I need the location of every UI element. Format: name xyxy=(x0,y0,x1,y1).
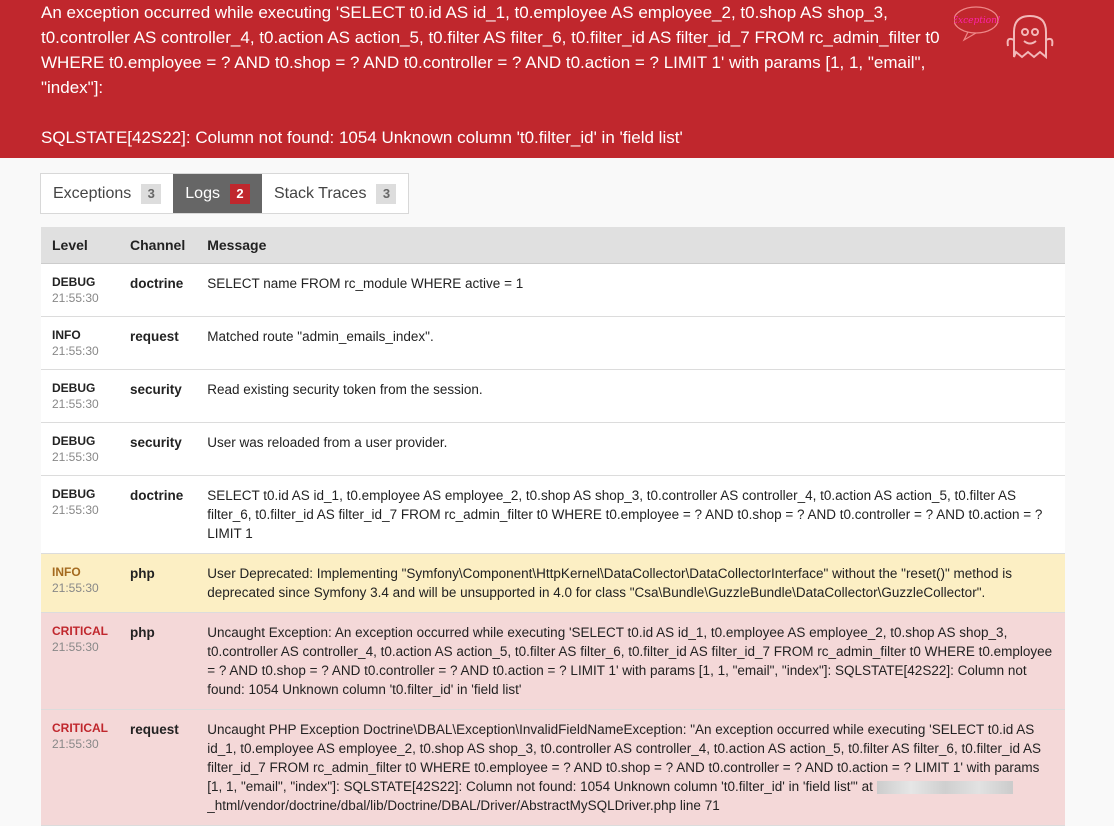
tab-count-badge: 3 xyxy=(376,183,397,204)
exception-query: An exception occurred while executing 'S… xyxy=(41,3,940,97)
log-time: 21:55:30 xyxy=(52,344,99,358)
log-channel: request xyxy=(119,709,197,826)
tab-exceptions[interactable]: Exceptions 3 xyxy=(41,174,173,213)
table-row: DEBUG 21:55:30 doctrine SELECT t0.id AS i… xyxy=(41,475,1065,554)
message-column-header: Message xyxy=(196,227,1065,264)
log-channel: doctrine xyxy=(119,263,197,317)
log-message: Matched route "admin_emails_index". xyxy=(196,316,1065,370)
log-level: DEBUG xyxy=(52,434,96,448)
channel-column-header: Channel xyxy=(119,227,197,264)
table-row: CRITICAL 21:55:30 request Uncaught PHP Ex… xyxy=(41,709,1065,826)
log-message: User Deprecated: Implementing "Symfony\C… xyxy=(196,553,1065,613)
table-row: INFO 21:55:30 php User Deprecated: Implem… xyxy=(41,553,1065,613)
log-message: User was reloaded from a user provider. xyxy=(196,422,1065,476)
log-level-cell: INFO 21:55:30 xyxy=(41,553,119,613)
log-level-cell: CRITICAL 21:55:30 xyxy=(41,709,119,826)
log-level: CRITICAL xyxy=(52,624,108,638)
table-row: DEBUG 21:55:30 security Read existing sec… xyxy=(41,369,1065,423)
log-level-cell: DEBUG 21:55:30 xyxy=(41,369,119,423)
table-row: DEBUG 21:55:30 security User was reloaded… xyxy=(41,422,1065,476)
log-message: SELECT t0.id AS id_1, t0.employee AS emp… xyxy=(196,475,1065,554)
tab-logs[interactable]: Logs 2 xyxy=(173,174,262,213)
log-level: DEBUG xyxy=(52,381,96,395)
log-channel: php xyxy=(119,612,197,710)
log-time: 21:55:30 xyxy=(52,503,99,517)
log-channel: doctrine xyxy=(119,475,197,554)
log-message-tail: _html/vendor/doctrine/dbal/lib/Doctrine/… xyxy=(207,798,720,813)
log-level: DEBUG xyxy=(52,275,96,289)
exception-ghost-icon: Exception! xyxy=(954,6,1054,60)
exception-message: An exception occurred while executing 'S… xyxy=(41,0,941,150)
tab-count-badge: 3 xyxy=(141,183,162,204)
log-channel: security xyxy=(119,369,197,423)
redacted-path xyxy=(876,780,1013,794)
log-message: Uncaught Exception: An exception occurre… xyxy=(196,612,1065,710)
tab-label: Logs xyxy=(185,184,220,202)
tab-label: Stack Traces xyxy=(273,184,367,202)
log-message-cell: Uncaught PHP Exception Doctrine\DBAL\Exc… xyxy=(196,709,1065,826)
exception-sqlstate: SQLSTATE[42S22]: Column not found: 1054 … xyxy=(41,128,683,147)
log-level: INFO xyxy=(52,328,81,342)
table-row: CRITICAL 21:55:30 php Uncaught Exception:… xyxy=(41,612,1065,710)
log-level: DEBUG xyxy=(52,487,96,501)
log-time: 21:55:30 xyxy=(52,737,99,751)
log-time: 21:55:30 xyxy=(52,291,99,305)
log-channel: security xyxy=(119,422,197,476)
log-level-cell: INFO 21:55:30 xyxy=(41,316,119,370)
tab-bar: Exceptions 3 Logs 2 Stack Traces 3 xyxy=(40,173,410,214)
table-row: DEBUG 21:55:30 doctrine SELECT name FROM … xyxy=(41,263,1065,317)
log-message: SELECT name FROM rc_module WHERE active … xyxy=(196,263,1065,317)
table-row: INFO 21:55:30 request Matched route "admi… xyxy=(41,316,1065,370)
exception-header: An exception occurred while executing 'S… xyxy=(0,0,1114,158)
ghost-label: Exception! xyxy=(954,16,1001,26)
level-column-header: Level xyxy=(41,227,119,264)
tab-count-badge: 2 xyxy=(229,183,250,204)
log-channel: php xyxy=(119,553,197,613)
log-time: 21:55:30 xyxy=(52,581,99,595)
logs-table: Level Channel Message DEBUG 21:55:30 doct… xyxy=(41,227,1065,826)
log-channel: request xyxy=(119,316,197,370)
log-level-cell: DEBUG 21:55:30 xyxy=(41,263,119,317)
log-level-cell: DEBUG 21:55:30 xyxy=(41,422,119,476)
log-level: CRITICAL xyxy=(52,721,108,735)
tab-label: Exceptions xyxy=(53,184,132,202)
log-level: INFO xyxy=(52,565,81,579)
log-time: 21:55:30 xyxy=(52,640,99,654)
tab-stack-traces[interactable]: Stack Traces 3 xyxy=(262,174,408,213)
log-level-cell: CRITICAL 21:55:30 xyxy=(41,612,119,710)
log-time: 21:55:30 xyxy=(52,450,99,464)
table-header-row: Level Channel Message xyxy=(41,227,1065,264)
log-time: 21:55:30 xyxy=(52,397,99,411)
log-level-cell: DEBUG 21:55:30 xyxy=(41,475,119,554)
log-message: Read existing security token from the se… xyxy=(196,369,1065,423)
